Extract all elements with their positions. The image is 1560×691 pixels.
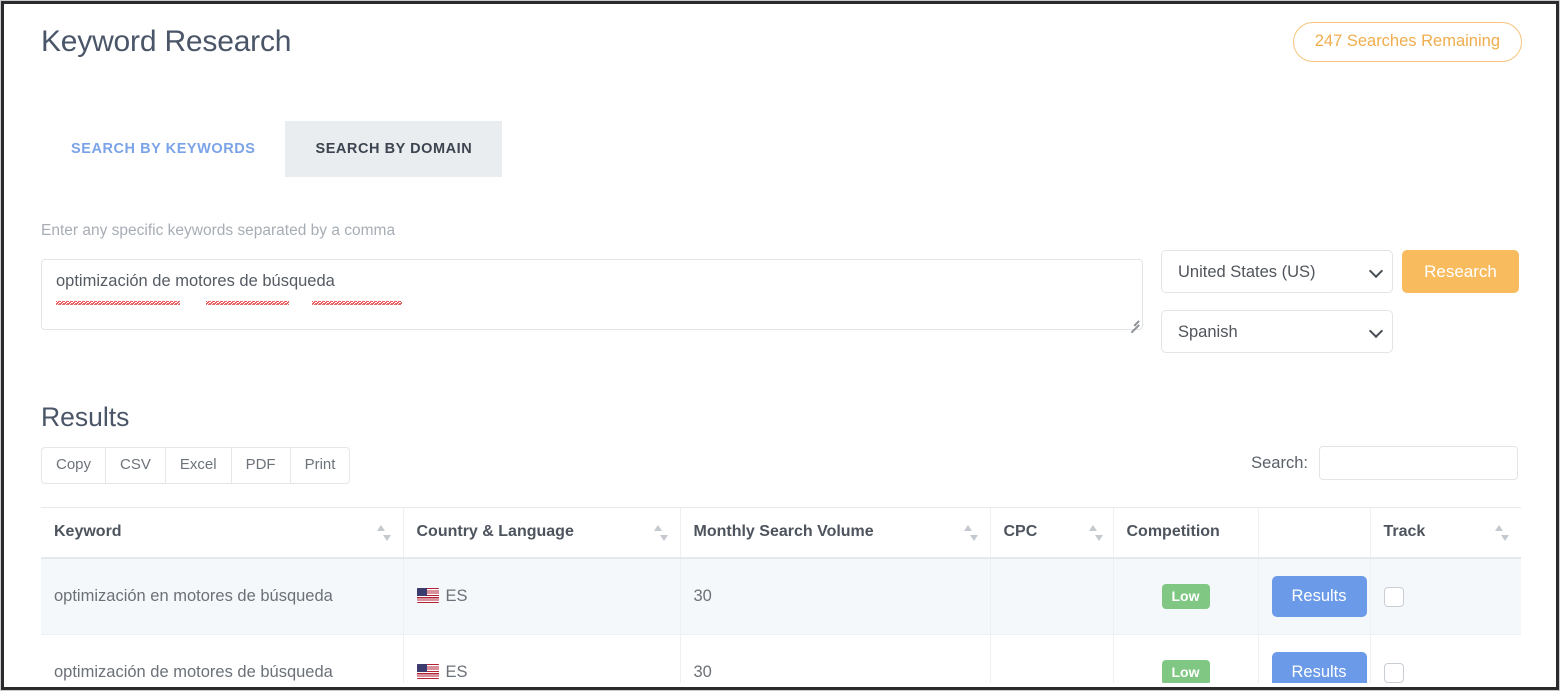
keyword-research-page: Keyword Research 247 Searches Remaining … bbox=[22, 10, 1540, 683]
language-select[interactable]: Spanish bbox=[1161, 310, 1393, 353]
cell-competition: Low bbox=[1113, 558, 1258, 635]
cell-keyword: optimización en motores de búsqueda bbox=[41, 558, 403, 635]
column-header-actions bbox=[1258, 508, 1370, 559]
tab-search-by-domain[interactable]: SEARCH BY DOMAIN bbox=[285, 121, 502, 177]
track-checkbox[interactable] bbox=[1384, 587, 1404, 607]
export-button-group: Copy CSV Excel PDF Print bbox=[41, 447, 350, 484]
searches-remaining-badge: 247 Searches Remaining bbox=[1293, 22, 1522, 62]
country-select[interactable]: United States (US) bbox=[1161, 250, 1393, 293]
cell-monthly-search-volume: 30 bbox=[680, 558, 990, 635]
sort-icon[interactable] bbox=[654, 525, 668, 541]
page-title: Keyword Research bbox=[41, 25, 291, 59]
column-header-keyword[interactable]: Keyword bbox=[41, 508, 403, 559]
table-search-label: Search: bbox=[1251, 454, 1308, 473]
column-header-track[interactable]: Track bbox=[1370, 508, 1521, 559]
table-header-row: Keyword Country & Language Monthly Searc… bbox=[41, 508, 1521, 559]
us-flag-icon bbox=[417, 664, 439, 679]
cell-country-language: ES bbox=[403, 558, 680, 635]
table-row: optimización de motores de búsqueda ES 3… bbox=[41, 635, 1521, 683]
export-copy-button[interactable]: Copy bbox=[41, 447, 105, 484]
results-table: Keyword Country & Language Monthly Searc… bbox=[41, 507, 1521, 683]
cell-cpc bbox=[990, 558, 1113, 635]
cell-keyword: optimización de motores de búsqueda bbox=[41, 635, 403, 683]
country-code: ES bbox=[446, 663, 468, 681]
sort-icon[interactable] bbox=[964, 525, 978, 541]
export-csv-button[interactable]: CSV bbox=[105, 447, 165, 484]
column-label: Monthly Search Volume bbox=[694, 523, 874, 540]
cell-country-language: ES bbox=[403, 635, 680, 683]
column-header-monthly-search-volume[interactable]: Monthly Search Volume bbox=[680, 508, 990, 559]
column-label: CPC bbox=[1004, 523, 1038, 540]
table-search-input[interactable] bbox=[1319, 446, 1518, 480]
export-pdf-button[interactable]: PDF bbox=[231, 447, 290, 484]
row-results-button[interactable]: Results bbox=[1272, 576, 1367, 617]
page-header: Keyword Research 247 Searches Remaining bbox=[22, 10, 1540, 102]
column-label: Track bbox=[1384, 523, 1426, 540]
cell-track bbox=[1370, 558, 1521, 635]
column-header-cpc[interactable]: CPC bbox=[990, 508, 1113, 559]
track-checkbox[interactable] bbox=[1384, 663, 1404, 683]
keywords-input[interactable] bbox=[41, 259, 1143, 330]
results-title: Results bbox=[41, 402, 129, 433]
browser-viewport: Keyword Research 247 Searches Remaining … bbox=[0, 0, 1560, 691]
keywords-field-label: Enter any specific keywords separated by… bbox=[41, 222, 395, 240]
cell-cpc bbox=[990, 635, 1113, 683]
table-search-group: Search: bbox=[1251, 446, 1518, 480]
cell-monthly-search-volume: 30 bbox=[680, 635, 990, 683]
status-badge: Low bbox=[1162, 660, 1210, 683]
column-label: Competition bbox=[1127, 523, 1220, 540]
sort-icon[interactable] bbox=[1089, 525, 1103, 541]
country-code: ES bbox=[446, 587, 468, 605]
sort-icon[interactable] bbox=[1495, 525, 1509, 541]
cell-competition: Low bbox=[1113, 635, 1258, 683]
column-header-competition[interactable]: Competition bbox=[1113, 508, 1258, 559]
status-badge: Low bbox=[1162, 584, 1210, 609]
tab-search-by-keywords[interactable]: SEARCH BY KEYWORDS bbox=[41, 121, 285, 177]
cell-track bbox=[1370, 635, 1521, 683]
search-mode-tabs: SEARCH BY KEYWORDS SEARCH BY DOMAIN bbox=[41, 121, 502, 177]
export-print-button[interactable]: Print bbox=[290, 447, 351, 484]
row-results-button[interactable]: Results bbox=[1272, 652, 1367, 683]
column-label: Keyword bbox=[54, 523, 122, 540]
column-label: Country & Language bbox=[417, 523, 574, 540]
table-row: optimización en motores de búsqueda ES 3… bbox=[41, 558, 1521, 635]
sort-icon[interactable] bbox=[377, 525, 391, 541]
us-flag-icon bbox=[417, 588, 439, 603]
cell-actions: Results bbox=[1258, 558, 1370, 635]
cell-actions: Results bbox=[1258, 635, 1370, 683]
results-table-wrapper: Keyword Country & Language Monthly Searc… bbox=[41, 507, 1521, 683]
column-header-country-language[interactable]: Country & Language bbox=[403, 508, 680, 559]
research-button[interactable]: Research bbox=[1402, 250, 1519, 293]
export-excel-button[interactable]: Excel bbox=[165, 447, 231, 484]
